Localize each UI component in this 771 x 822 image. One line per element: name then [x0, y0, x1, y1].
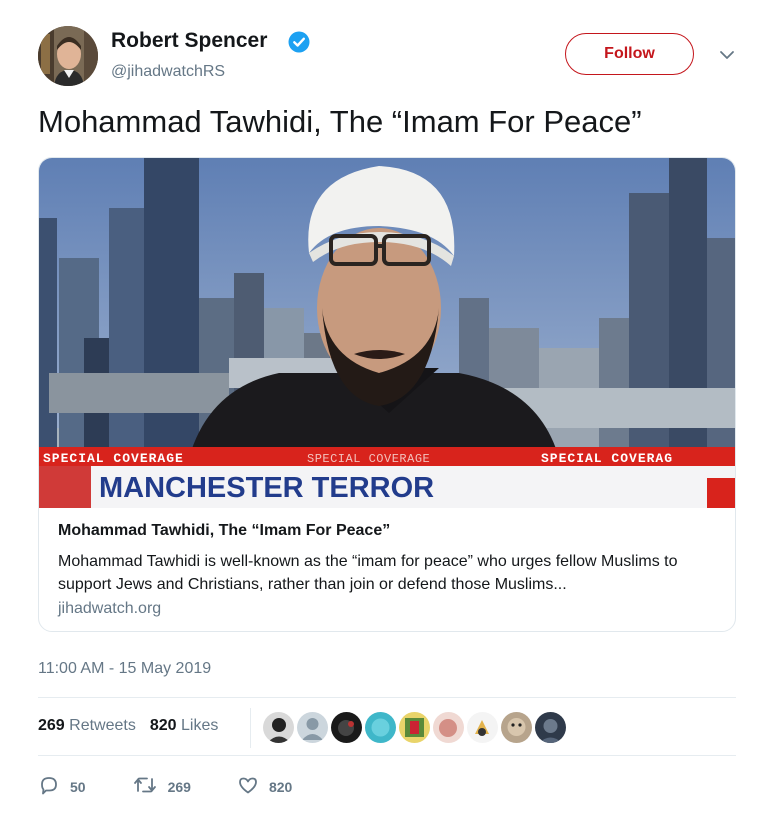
retweets-label: Retweets [69, 717, 136, 734]
ticker-right: SPECIAL COVERAG [541, 451, 673, 466]
liker-avatar[interactable] [535, 712, 566, 743]
reply-count: 50 [70, 778, 86, 795]
reply-icon [38, 774, 60, 799]
liker-avatar[interactable] [331, 712, 362, 743]
retweet-icon [132, 774, 158, 799]
card-domain[interactable]: jihadwatch.org [58, 600, 161, 618]
card-description: Mohammad Tawhidi is well-known as the “i… [58, 553, 678, 593]
like-button[interactable]: 820 [237, 774, 292, 799]
like-count: 820 [268, 778, 293, 795]
liker-avatar[interactable] [501, 712, 532, 743]
liker-avatar[interactable] [297, 712, 328, 743]
verified-badge-icon [288, 31, 310, 53]
tweet-text: Mohammad Tawhidi, The “Imam For Peace” [38, 104, 642, 139]
chevron-down-icon[interactable] [718, 48, 736, 62]
liker-avatar[interactable] [399, 712, 430, 743]
liker-avatar[interactable] [433, 712, 464, 743]
engagement-stats: 269 Retweets 820 Likes [38, 717, 218, 735]
author-handle[interactable]: @jihadwatchRS [111, 63, 225, 81]
reply-button[interactable]: 50 [38, 774, 86, 799]
divider [38, 755, 736, 756]
card-image: SPECIAL COVERAGE SPECIAL COVERAGE SPECIA… [39, 158, 735, 508]
ticker-mid: SPECIAL COVERAGE [307, 452, 430, 466]
divider [38, 697, 736, 698]
stats-separator [250, 708, 251, 748]
tweet-actions: 50 269 820 [38, 774, 338, 799]
author-name[interactable]: Robert Spencer [111, 29, 267, 53]
likes-label: Likes [181, 717, 219, 734]
headline-text: MANCHESTER TERROR [99, 472, 434, 504]
retweet-button[interactable]: 269 [132, 774, 191, 799]
card-title[interactable]: Mohammad Tawhidi, The “Imam For Peace” [58, 522, 390, 540]
retweets-count: 269 [38, 717, 65, 734]
retweet-count: 269 [167, 778, 191, 795]
follow-button[interactable]: Follow [565, 33, 694, 75]
likes-stat[interactable]: 820 Likes [150, 717, 219, 735]
liker-avatar[interactable] [467, 712, 498, 743]
tweet-timestamp[interactable]: 11:00 AM - 15 May 2019 [38, 660, 211, 678]
liker-avatars [263, 712, 566, 743]
link-card[interactable]: SPECIAL COVERAGE SPECIAL COVERAGE SPECIA… [38, 157, 736, 632]
likes-count: 820 [149, 717, 177, 734]
author-avatar[interactable] [38, 26, 98, 86]
retweets-stat[interactable]: 269 Retweets [38, 717, 136, 735]
heart-icon [237, 774, 259, 799]
liker-avatar[interactable] [365, 712, 396, 743]
ticker-left: SPECIAL COVERAGE [43, 451, 184, 466]
liker-avatar[interactable] [263, 712, 294, 743]
